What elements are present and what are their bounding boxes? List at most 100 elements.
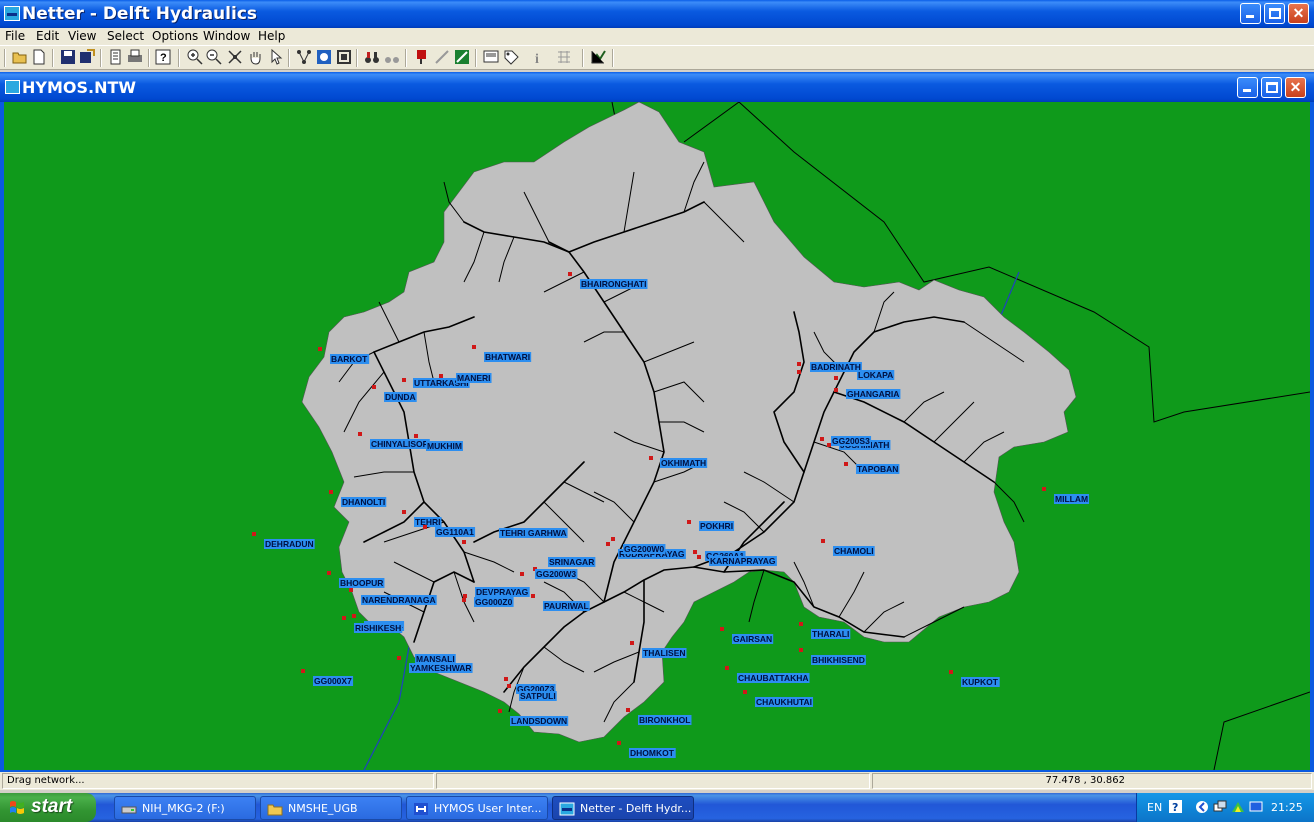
station-marker[interactable] (697, 555, 701, 559)
station-marker[interactable] (649, 456, 653, 460)
station-marker[interactable] (498, 709, 502, 713)
network-layout-icon[interactable] (296, 49, 312, 65)
station-marker[interactable] (611, 537, 615, 541)
map-svg[interactable]: BHAIRONGHATIBARKOT BHATWARIUTTARKASHIMANE… (4, 102, 1310, 770)
child-title-bar[interactable]: HYMOS.NTW ✕ (0, 72, 1314, 102)
start-button[interactable]: start (0, 793, 96, 822)
station-marker[interactable] (301, 669, 305, 673)
station-marker[interactable] (743, 690, 747, 694)
menu-help[interactable]: Help (258, 29, 285, 43)
station-marker[interactable] (504, 677, 508, 681)
station-dehradun[interactable]: DEHRADUN (252, 532, 315, 549)
station-marker[interactable] (358, 432, 362, 436)
antivirus-tray-icon[interactable] (1231, 800, 1245, 814)
task-netter[interactable]: Netter - Delft Hydr... (552, 796, 694, 820)
binoculars-find-icon[interactable] (364, 49, 380, 65)
station-chaukhutai[interactable]: CHAUKHUTAI (743, 690, 814, 707)
map-layer-icon[interactable] (316, 49, 332, 65)
open-folder-icon[interactable] (12, 49, 28, 65)
task-nmshe-ugb[interactable]: NMSHE_UGB (260, 796, 402, 820)
menu-window[interactable]: Window (203, 29, 250, 43)
menu-select[interactable]: Select (107, 29, 144, 43)
station-bhikhisend[interactable]: BHIKHISEND (799, 648, 866, 665)
station-millam[interactable]: MILLAM (1042, 487, 1090, 504)
station-marker[interactable] (414, 434, 418, 438)
station-mansali[interactable]: MANSALI (415, 654, 456, 664)
select-pointer-icon[interactable] (268, 49, 284, 65)
page-setup-icon[interactable] (108, 49, 124, 65)
info-icon[interactable]: i (530, 49, 546, 65)
station-marker[interactable] (687, 520, 691, 524)
station-tharali[interactable]: THARALI (799, 622, 851, 639)
station-marker[interactable] (797, 362, 801, 366)
task-hymos-user-interface[interactable]: HYMOS User Inter... (406, 796, 548, 820)
station-marker[interactable] (472, 345, 476, 349)
save-as-icon[interactable] (79, 49, 95, 65)
menu-edit[interactable]: Edit (36, 29, 59, 43)
station-marker[interactable] (462, 598, 466, 602)
station-marker[interactable] (606, 542, 610, 546)
close-button[interactable]: ✕ (1288, 3, 1309, 24)
station-marker[interactable] (352, 614, 356, 618)
station-marker[interactable] (693, 550, 697, 554)
station-marker[interactable] (327, 571, 331, 575)
station-marker[interactable] (318, 347, 322, 351)
station-marker[interactable] (507, 684, 511, 688)
main-title-bar[interactable]: Netter - Delft Hydraulics ✕ (0, 0, 1314, 28)
print-icon[interactable] (127, 49, 143, 65)
station-marker[interactable] (720, 627, 724, 631)
station-marker[interactable] (423, 525, 427, 529)
tag-icon[interactable] (503, 49, 519, 65)
station-kupkot[interactable]: KUPKOT (949, 670, 1000, 687)
restore-button[interactable] (1264, 3, 1285, 24)
station-marker[interactable] (402, 510, 406, 514)
new-file-icon[interactable] (31, 49, 47, 65)
child-maximize-button[interactable] (1261, 77, 1282, 98)
station-gg000x7[interactable]: GG000X7 (301, 669, 354, 686)
properties-icon[interactable] (483, 49, 499, 65)
minimize-button[interactable] (1240, 3, 1261, 24)
station-marker[interactable] (844, 462, 848, 466)
station-marker[interactable] (821, 539, 825, 543)
station-marker[interactable] (725, 666, 729, 670)
network-map-canvas[interactable]: BHAIRONGHATI BARKOT BHATWARI UTTARKASHI MANE… (4, 102, 1310, 770)
find-next-icon[interactable] (384, 49, 400, 65)
station-marker[interactable] (630, 641, 634, 645)
fit-window-icon[interactable] (336, 49, 352, 65)
station-marker[interactable] (252, 532, 256, 536)
edit-network-icon[interactable] (454, 49, 470, 65)
station-marker[interactable] (626, 708, 630, 712)
display-tray-icon[interactable] (1249, 800, 1263, 814)
child-close-button[interactable]: ✕ (1285, 77, 1306, 98)
station-dhomkot[interactable]: DHOMKOT (617, 741, 676, 758)
network-tray-icon[interactable] (1213, 800, 1227, 814)
pan-hand-icon[interactable] (247, 49, 263, 65)
station-bironkhol[interactable]: BIRONKHOL (626, 708, 692, 725)
station-marker[interactable] (397, 656, 401, 660)
station-marker[interactable] (799, 622, 803, 626)
clock[interactable]: 21:25 (1271, 801, 1303, 814)
station-marker[interactable] (799, 648, 803, 652)
menu-view[interactable]: View (68, 29, 96, 43)
add-node-icon[interactable] (414, 49, 430, 65)
station-chaubattakha[interactable]: CHAUBATTAKHA (725, 666, 810, 683)
station-marker[interactable] (827, 443, 831, 447)
chart-tool-icon[interactable] (590, 49, 606, 65)
station-gairsan[interactable]: GAIRSAN (720, 627, 774, 644)
add-link-icon[interactable] (434, 49, 450, 65)
station-marker[interactable] (1042, 487, 1046, 491)
station-marker[interactable] (520, 572, 524, 576)
station-marker[interactable] (349, 588, 353, 592)
station-marker[interactable] (372, 385, 376, 389)
station-marker[interactable] (462, 540, 466, 544)
station-marker[interactable] (834, 376, 838, 380)
menu-file[interactable]: File (5, 29, 25, 43)
station-marker[interactable] (949, 670, 953, 674)
zoom-extent-icon[interactable] (227, 49, 243, 65)
help-context-icon[interactable]: ? (155, 49, 171, 65)
zoom-out-icon[interactable] (206, 49, 222, 65)
station-marker[interactable] (329, 490, 333, 494)
station-marker[interactable] (568, 272, 572, 276)
station-marker[interactable] (439, 374, 443, 378)
language-indicator[interactable]: EN (1147, 801, 1162, 814)
